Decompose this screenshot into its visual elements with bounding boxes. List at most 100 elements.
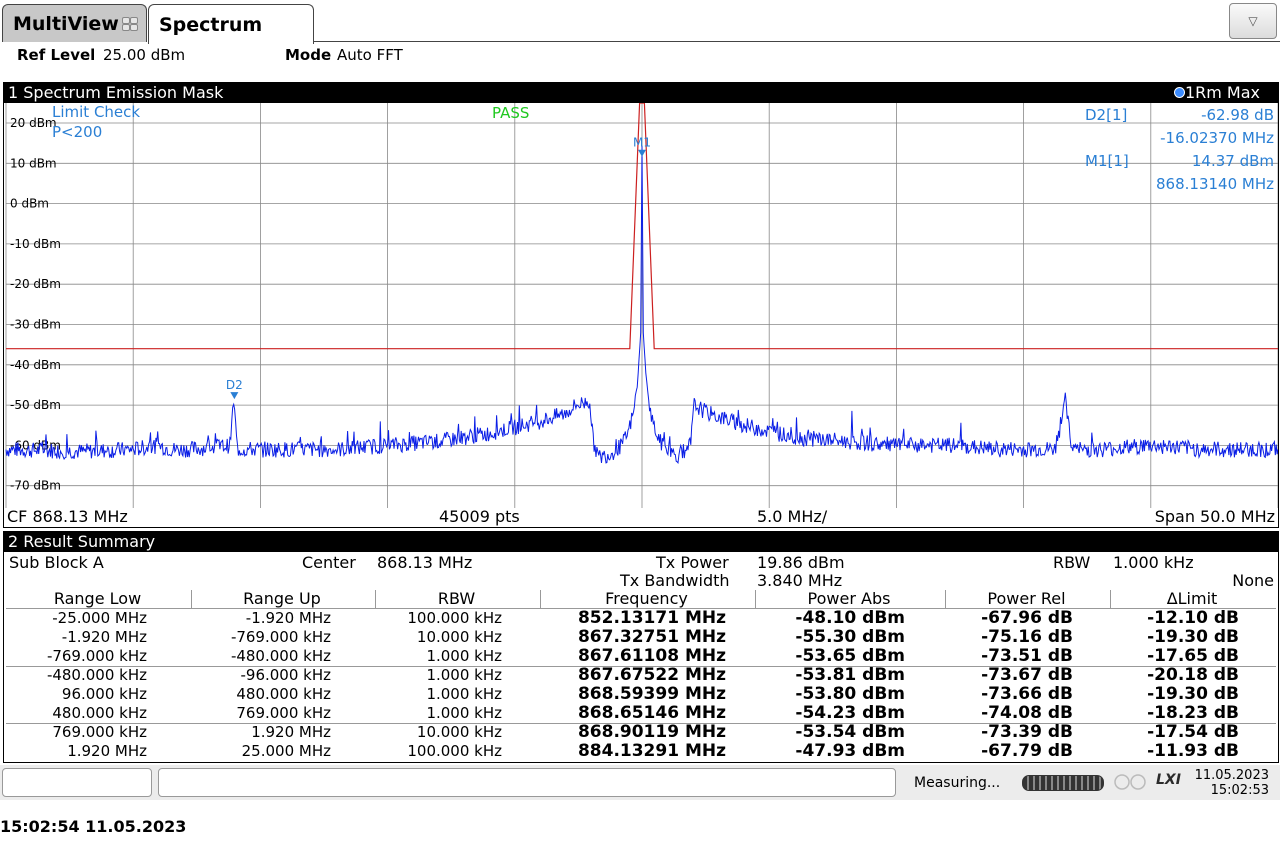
column-header: Power Rel: [945, 590, 1107, 608]
table-cell: -75.16 dB: [981, 627, 1073, 647]
spectrum-plot[interactable]: 20 dBm 10 dBm 0 dBm -10 dBm -20 dBm -30 dBm -4…: [4, 103, 1278, 508]
marker-m1-icon: [638, 149, 646, 157]
table-cell: 100.000 kHz: [407, 609, 502, 627]
status-field-left[interactable]: [2, 768, 152, 797]
table-cell: -73.51 dB: [981, 646, 1073, 666]
table-cell: 867.67522 MHz: [577, 665, 726, 685]
status-time: 15:02:53: [1210, 783, 1269, 798]
table-cell: -67.96 dB: [981, 608, 1073, 628]
span[interactable]: Span 50.0 MHz: [1155, 508, 1275, 526]
spectrum-footer: CF 868.13 MHz 45009 pts 5.0 MHz/ Span 50…: [3, 508, 1279, 528]
dropdown-button[interactable]: ▽: [1229, 3, 1277, 39]
chevron-down-icon: ▽: [1248, 14, 1258, 28]
center-value: 868.13 MHz: [377, 553, 473, 572]
rbw-label: RBW: [1053, 553, 1091, 572]
markers: M1 D2: [226, 136, 651, 400]
table-cell: -19.30 dB: [1147, 684, 1239, 704]
table-cell: -1.920 MHz: [61, 628, 147, 646]
table-cell: -17.54 dB: [1147, 722, 1239, 742]
table-cell: 480.000 kHz: [236, 685, 331, 703]
tab-spectrum[interactable]: Spectrum: [148, 4, 314, 44]
table-cell: -11.93 dB: [1147, 741, 1239, 761]
limit-condition: P<200: [52, 123, 102, 141]
table-cell: -53.54 dBm: [795, 722, 905, 742]
result-summary-title: 2 Result Summary: [8, 532, 156, 551]
table-cell: -19.30 dB: [1147, 627, 1239, 647]
status-message-field[interactable]: [158, 768, 896, 797]
trace-dot-icon: [1173, 87, 1185, 98]
y-tick-label: -20 dBm: [10, 277, 61, 291]
ref-level-value[interactable]: 25.00 dBm: [103, 46, 185, 64]
y-tick-label: -40 dBm: [10, 358, 61, 372]
table-cell: -480.000 kHz: [230, 647, 331, 665]
tx-power-label: Tx Power: [656, 553, 729, 572]
pass-indicator: PASS: [492, 104, 529, 122]
table-cell: -53.80 dBm: [795, 684, 905, 704]
marker-table: D2[1] -62.98 dB -16.02370 MHz M1[1] 14.3…: [1085, 106, 1274, 193]
table-cell: 769.000 kHz: [52, 723, 147, 741]
status-date: 11.05.2023: [1194, 768, 1269, 783]
column-header: Range Low: [8, 590, 187, 608]
marker-d2-label: D2[1]: [1085, 106, 1127, 124]
table-cell: 868.59399 MHz: [577, 684, 726, 704]
screenshot-timestamp: 15:02:54 11.05.2023: [0, 817, 187, 836]
sweep-points[interactable]: 45009 pts: [439, 508, 520, 526]
table-cell: 1.000 kHz: [426, 704, 502, 722]
mode-value[interactable]: Auto FFT: [337, 46, 403, 64]
measuring-status: Measuring...: [914, 775, 1001, 791]
table-cell: 852.13171 MHz: [577, 608, 726, 628]
y-tick-label: -50 dBm: [10, 398, 61, 412]
table-cell: -18.23 dB: [1147, 703, 1239, 723]
table-cell: -25.000 MHz: [52, 609, 147, 627]
table-cell: 769.000 kHz: [236, 704, 331, 722]
table-cell: 10.000 kHz: [416, 628, 502, 646]
status-bar: Measuring... LXI 11.05.2023 15:02:53: [0, 765, 1280, 800]
marker-d2-icon: [230, 392, 239, 400]
column-header: Power Abs: [755, 590, 942, 608]
table-cell: -74.08 dB: [981, 703, 1073, 723]
frequency-per-division: 5.0 MHz/: [757, 507, 828, 526]
column-header: Range Up: [191, 590, 372, 608]
table-cell: 480.000 kHz: [52, 704, 147, 722]
center-label: Center: [302, 553, 356, 572]
table-cell: 25.000 MHz: [241, 742, 331, 760]
center-frequency[interactable]: CF 868.13 MHz: [7, 508, 128, 526]
result-summary-window: 2 Result Summary Sub Block A Center 868.…: [3, 531, 1279, 763]
table-cell: -53.81 dBm: [795, 665, 905, 685]
table-cell: 1.000 kHz: [426, 666, 502, 684]
trace-indicator[interactable]: 1Rm Max: [1173, 83, 1260, 103]
column-header: Frequency: [540, 590, 752, 608]
table-cell: 867.61108 MHz: [577, 646, 726, 666]
y-tick-label: 10 dBm: [10, 156, 57, 170]
column-header: ΔLimit: [1110, 590, 1273, 608]
multiview-grid-icon: [122, 17, 138, 31]
tab-spectrum-label: Spectrum: [159, 13, 263, 36]
spectrum-window[interactable]: 1 Spectrum Emission Mask 1Rm Max 20 dBm 1…: [3, 82, 1279, 528]
tx-bandwidth-value: 3.840 MHz: [757, 571, 843, 590]
table-cell: -54.23 dBm: [795, 703, 905, 723]
y-tick-label: 20 dBm: [10, 116, 57, 130]
ref-level-label: Ref Level: [17, 46, 96, 64]
table-cell: -1.920 MHz: [245, 609, 331, 627]
table-cell: -55.30 dBm: [795, 627, 905, 647]
marker-d2-label: D2: [226, 378, 243, 392]
tx-power-value: 19.86 dBm: [757, 553, 845, 572]
table-cell: -769.000 kHz: [46, 647, 147, 665]
tab-multiview[interactable]: MultiView: [2, 4, 147, 42]
tab-multiview-label: MultiView: [13, 12, 119, 35]
mode-label: Mode: [285, 46, 332, 64]
marker-m1-label: M1[1]: [1085, 152, 1129, 170]
table-cell: -96.000 kHz: [240, 666, 331, 684]
y-tick-label: -30 dBm: [10, 318, 61, 332]
table-cell: -48.10 dBm: [795, 608, 905, 628]
y-axis-ticks: 20 dBm 10 dBm 0 dBm -10 dBm -20 dBm -30 dBm -4…: [10, 116, 61, 493]
progress-bar: [1022, 775, 1104, 791]
y-tick-label: 0 dBm: [10, 197, 49, 211]
table-cell: -769.000 kHz: [230, 628, 331, 646]
limit-check-label: Limit Check: [52, 103, 140, 121]
result-summary-title-bar: 2 Result Summary: [4, 532, 1278, 552]
table-cell: -480.000 kHz: [46, 666, 147, 684]
y-tick-label: -70 dBm: [10, 479, 61, 493]
table-cell: -73.66 dB: [981, 684, 1073, 704]
none-label: None: [1232, 571, 1274, 590]
